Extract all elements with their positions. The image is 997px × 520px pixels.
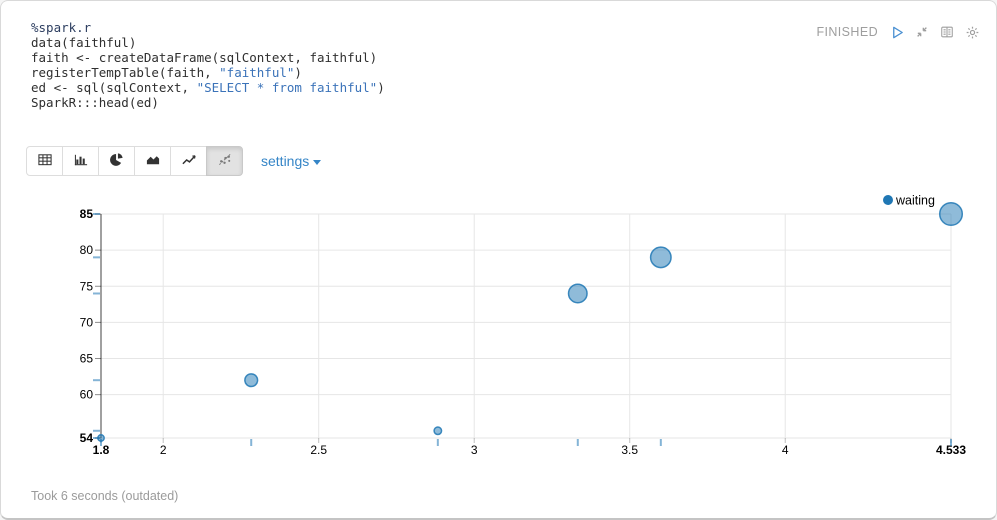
- scatter-chart-icon: [217, 152, 233, 170]
- pie-chart-button[interactable]: [98, 146, 135, 176]
- code-line: data(faithful): [31, 36, 791, 51]
- pie-chart-icon: [109, 152, 125, 170]
- control-icons: [889, 24, 980, 40]
- execution-status: Took 6 seconds (outdated): [31, 489, 178, 503]
- data-point[interactable]: [940, 203, 963, 226]
- code-line: faith <- createDataFrame(sqlContext, fai…: [31, 51, 791, 66]
- code-line: ed <- sql(sqlContext, "SELECT * from fai…: [31, 81, 791, 96]
- bar-chart-icon: [73, 152, 89, 170]
- chevron-down-icon: [313, 160, 321, 165]
- data-point[interactable]: [98, 435, 104, 441]
- paragraph-controls: FINISHED: [816, 24, 980, 40]
- data-point[interactable]: [651, 247, 671, 267]
- y-tick-label: 75: [80, 279, 94, 293]
- bar-chart-button[interactable]: [62, 146, 99, 176]
- y-tick-label: 60: [80, 388, 94, 402]
- data-point[interactable]: [434, 427, 441, 434]
- editor-icon[interactable]: [939, 24, 955, 40]
- x-tick-label: 3: [471, 443, 478, 457]
- legend-swatch[interactable]: [883, 195, 893, 205]
- visualization-toolbar: settings: [26, 146, 321, 176]
- code-line: %spark.r: [31, 21, 791, 36]
- y-tick-label: 54: [80, 431, 94, 445]
- code-editor[interactable]: %spark.rdata(faithful)faith <- createDat…: [31, 21, 791, 110]
- code-line: SparkR:::head(ed): [31, 96, 791, 111]
- chart-type-button-group: [26, 146, 243, 176]
- data-point[interactable]: [245, 374, 258, 387]
- gear-icon[interactable]: [964, 24, 980, 40]
- x-tick-label: 3.5: [621, 443, 638, 457]
- legend-label[interactable]: waiting: [895, 194, 935, 208]
- zeppelin-paragraph: %spark.rdata(faithful)faith <- createDat…: [0, 0, 997, 520]
- x-tick-label: 2.5: [310, 443, 327, 457]
- line-chart-button[interactable]: [170, 146, 207, 176]
- x-tick-label: 2: [160, 443, 167, 457]
- line-chart-icon: [181, 152, 197, 170]
- area-chart-button[interactable]: [134, 146, 171, 176]
- code-line: registerTempTable(faith, "faithful"): [31, 66, 791, 81]
- y-tick-label: 70: [80, 315, 94, 329]
- data-point[interactable]: [569, 284, 588, 303]
- scatter-chart-button[interactable]: [206, 146, 243, 176]
- y-tick-label: 80: [80, 243, 94, 257]
- x-tick-label: 4: [782, 443, 789, 457]
- settings-toggle[interactable]: settings: [261, 153, 321, 169]
- y-tick-label: 65: [80, 352, 94, 366]
- collapse-icon[interactable]: [914, 24, 930, 40]
- area-chart-icon: [145, 152, 161, 170]
- status-badge: FINISHED: [816, 25, 878, 39]
- y-tick-label: 85: [80, 207, 94, 221]
- settings-label: settings: [261, 153, 309, 169]
- table-button[interactable]: [26, 146, 63, 176]
- play-icon[interactable]: [889, 24, 905, 40]
- scatter-chart[interactable]: 546065707580851.822.533.544.533waiting: [1, 186, 997, 471]
- table-icon: [37, 152, 53, 170]
